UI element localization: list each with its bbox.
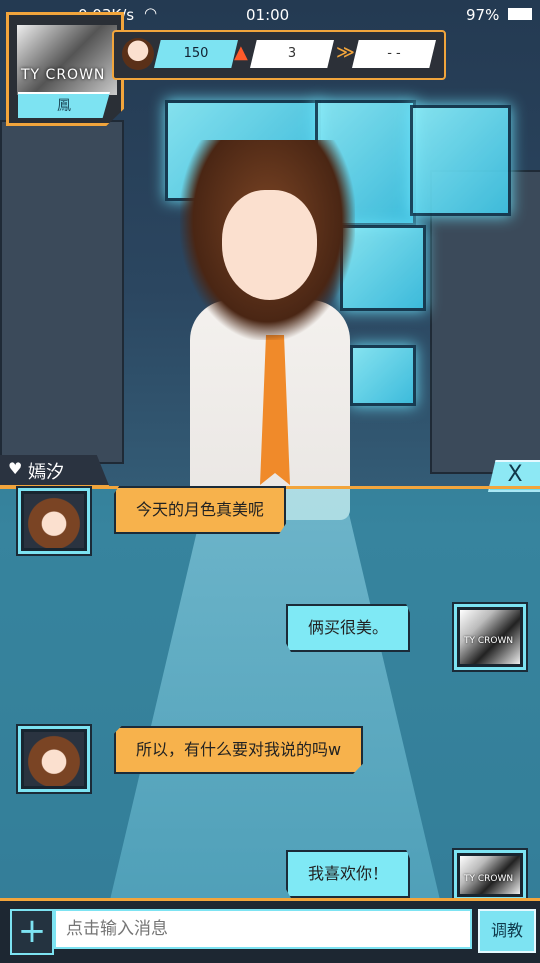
stat-value-1: 150 [154, 40, 238, 68]
character-avatar [18, 726, 90, 792]
wings-icon: ≫ [336, 42, 355, 63]
player-brand-mini: TY CROWN [464, 636, 514, 646]
character-avatar [18, 488, 90, 554]
input-bar: + 调教 [0, 898, 540, 963]
clock: 01:00 [246, 6, 290, 24]
battery-icon [508, 8, 532, 20]
message-input[interactable] [54, 909, 472, 949]
player-avatar-small: TY CROWN [454, 850, 526, 900]
player-name: 鳳 [18, 92, 110, 118]
player-avatar-small: TY CROWN [454, 604, 526, 670]
holo-screen-3 [410, 105, 511, 216]
character-name: 嫣汐 [28, 462, 64, 483]
character-name-tag: ♥ 嫣汐 [0, 455, 110, 488]
player-brand-mini: TY CROWN [464, 874, 514, 884]
message-bubble: 俩买很美。 [286, 604, 411, 652]
battery-level: 97% [466, 6, 500, 24]
holo-screen-5 [350, 345, 416, 406]
character-face [222, 190, 317, 300]
message-bubble: 所以，有什么要对我说的吗w [114, 726, 364, 774]
message-bubble: 今天的月色真美呢 [114, 486, 287, 534]
player-avatar-image: TY CROWN [460, 856, 520, 894]
character-avatar-image [24, 494, 84, 548]
wifi-icon: ◠ [144, 4, 158, 22]
stats-bar: ▲ 150 ▲ 3 ≫ - - [112, 30, 446, 80]
flame-icon: ▲ [234, 42, 248, 63]
add-button[interactable]: + [10, 909, 54, 955]
player-avatar-image: TY CROWN [460, 610, 520, 664]
bookshelf-left [0, 120, 124, 464]
character-avatar-image [24, 732, 84, 786]
message-bubble: 我喜欢你！ [286, 850, 411, 898]
player-brand-text: TY CROWN [21, 67, 106, 83]
player-avatar [17, 25, 117, 95]
teach-button[interactable]: 调教 [478, 909, 536, 953]
character-icon: ♥ [8, 459, 23, 478]
character-mini-avatar [122, 38, 154, 70]
stat-value-2: 3 [250, 40, 334, 68]
stat-value-3: - - [352, 40, 436, 68]
